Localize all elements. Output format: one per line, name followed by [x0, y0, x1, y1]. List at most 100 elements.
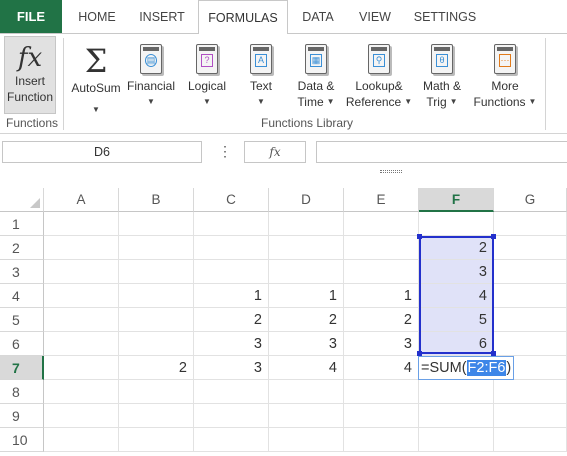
- cell-d3[interactable]: [269, 260, 344, 284]
- cell-d8[interactable]: [269, 380, 344, 404]
- cell-b10[interactable]: [119, 428, 194, 452]
- tab-file[interactable]: FILE: [0, 0, 62, 33]
- financial-button[interactable]: ▤ Financial ▼: [124, 34, 178, 110]
- range-resize-handle[interactable]: [491, 234, 496, 239]
- cell-f3[interactable]: 3: [419, 260, 494, 284]
- cell-e9[interactable]: [344, 404, 419, 428]
- lookup-reference-button[interactable]: ⚲ Lookup& Reference ▼: [346, 34, 412, 110]
- cell-c9[interactable]: [194, 404, 269, 428]
- cell-f4[interactable]: 4: [419, 284, 494, 308]
- cell-e1[interactable]: [344, 212, 419, 236]
- cell-e6[interactable]: 3: [344, 332, 419, 356]
- cell-g10[interactable]: [494, 428, 567, 452]
- row-header-6[interactable]: 6: [0, 332, 44, 356]
- cell-g4[interactable]: [494, 284, 567, 308]
- formula-input[interactable]: [316, 141, 567, 163]
- column-header-b[interactable]: B: [119, 188, 194, 212]
- cell-e7[interactable]: 4: [344, 356, 419, 380]
- cell-b9[interactable]: [119, 404, 194, 428]
- cell-d7[interactable]: 4: [269, 356, 344, 380]
- cell-editor-f7[interactable]: =SUM(F2:F6): [418, 356, 514, 380]
- cell-a7[interactable]: [44, 356, 119, 380]
- cell-d1[interactable]: [269, 212, 344, 236]
- cell-g8[interactable]: [494, 380, 567, 404]
- cell-a4[interactable]: [44, 284, 119, 308]
- cell-d10[interactable]: [269, 428, 344, 452]
- tab-view[interactable]: VIEW: [350, 0, 400, 34]
- cell-f10[interactable]: [419, 428, 494, 452]
- cell-b2[interactable]: [119, 236, 194, 260]
- insert-function-button[interactable]: fx Insert Function: [4, 36, 56, 114]
- cell-a6[interactable]: [44, 332, 119, 356]
- column-header-e[interactable]: E: [344, 188, 419, 212]
- tab-data[interactable]: DATA: [292, 0, 344, 34]
- cell-c3[interactable]: [194, 260, 269, 284]
- column-header-f[interactable]: F: [419, 188, 494, 212]
- cell-f1[interactable]: [419, 212, 494, 236]
- cell-b7[interactable]: 2: [119, 356, 194, 380]
- cell-c4[interactable]: 1: [194, 284, 269, 308]
- row-header-3[interactable]: 3: [0, 260, 44, 284]
- text-button[interactable]: A Text ▼: [238, 34, 284, 110]
- cell-b4[interactable]: [119, 284, 194, 308]
- cell-f6[interactable]: 6: [419, 332, 494, 356]
- cell-b1[interactable]: [119, 212, 194, 236]
- row-header-4[interactable]: 4: [0, 284, 44, 308]
- cell-c6[interactable]: 3: [194, 332, 269, 356]
- row-header-5[interactable]: 5: [0, 308, 44, 332]
- spreadsheet-grid[interactable]: A B C D E F G 1 2 2 3 3 4 1 1 1 4 5 2 2 2 5 6 3 3 3 6 7 2 3 4 4 8 9 10 =SUM…: [0, 188, 567, 456]
- cell-b6[interactable]: [119, 332, 194, 356]
- cell-a1[interactable]: [44, 212, 119, 236]
- cell-c8[interactable]: [194, 380, 269, 404]
- cell-b3[interactable]: [119, 260, 194, 284]
- cell-a3[interactable]: [44, 260, 119, 284]
- resize-grip-icon[interactable]: [380, 170, 402, 173]
- cell-d5[interactable]: 2: [269, 308, 344, 332]
- cell-f2[interactable]: 2: [419, 236, 494, 260]
- column-header-d[interactable]: D: [269, 188, 344, 212]
- autosum-button[interactable]: Σ AutoSum ▼: [70, 34, 122, 118]
- cell-a8[interactable]: [44, 380, 119, 404]
- cell-c1[interactable]: [194, 212, 269, 236]
- row-header-2[interactable]: 2: [0, 236, 44, 260]
- cell-g6[interactable]: [494, 332, 567, 356]
- column-header-g[interactable]: G: [494, 188, 567, 212]
- row-header-9[interactable]: 9: [0, 404, 44, 428]
- tab-home[interactable]: HOME: [66, 0, 128, 34]
- math-trig-button[interactable]: θ Math & Trig ▼: [416, 34, 468, 110]
- cell-a2[interactable]: [44, 236, 119, 260]
- row-header-7[interactable]: 7: [0, 356, 44, 380]
- cell-d4[interactable]: 1: [269, 284, 344, 308]
- cell-a10[interactable]: [44, 428, 119, 452]
- tab-formulas[interactable]: FORMULAS: [198, 0, 288, 35]
- cell-d9[interactable]: [269, 404, 344, 428]
- cell-c10[interactable]: [194, 428, 269, 452]
- range-resize-handle[interactable]: [417, 234, 422, 239]
- insert-function-fx-button[interactable]: fx: [244, 141, 306, 163]
- cell-a5[interactable]: [44, 308, 119, 332]
- row-header-10[interactable]: 10: [0, 428, 44, 452]
- logical-button[interactable]: ? Logical ▼: [182, 34, 232, 110]
- cell-g2[interactable]: [494, 236, 567, 260]
- more-functions-button[interactable]: ··· More Functions ▼: [472, 34, 538, 110]
- tab-insert[interactable]: INSERT: [130, 0, 194, 34]
- date-time-button[interactable]: ▦ Data & Time ▼: [290, 34, 342, 110]
- cell-d6[interactable]: 3: [269, 332, 344, 356]
- cell-e10[interactable]: [344, 428, 419, 452]
- row-header-1[interactable]: 1: [0, 212, 44, 236]
- cell-e4[interactable]: 1: [344, 284, 419, 308]
- cell-d2[interactable]: [269, 236, 344, 260]
- cell-c2[interactable]: [194, 236, 269, 260]
- name-box[interactable]: D6: [2, 141, 202, 163]
- cell-g9[interactable]: [494, 404, 567, 428]
- cell-e2[interactable]: [344, 236, 419, 260]
- cell-b8[interactable]: [119, 380, 194, 404]
- cell-f5[interactable]: 5: [419, 308, 494, 332]
- cell-c7[interactable]: 3: [194, 356, 269, 380]
- cell-g3[interactable]: [494, 260, 567, 284]
- cell-e5[interactable]: 2: [344, 308, 419, 332]
- column-header-c[interactable]: C: [194, 188, 269, 212]
- cell-a9[interactable]: [44, 404, 119, 428]
- column-header-a[interactable]: A: [44, 188, 119, 212]
- cell-g1[interactable]: [494, 212, 567, 236]
